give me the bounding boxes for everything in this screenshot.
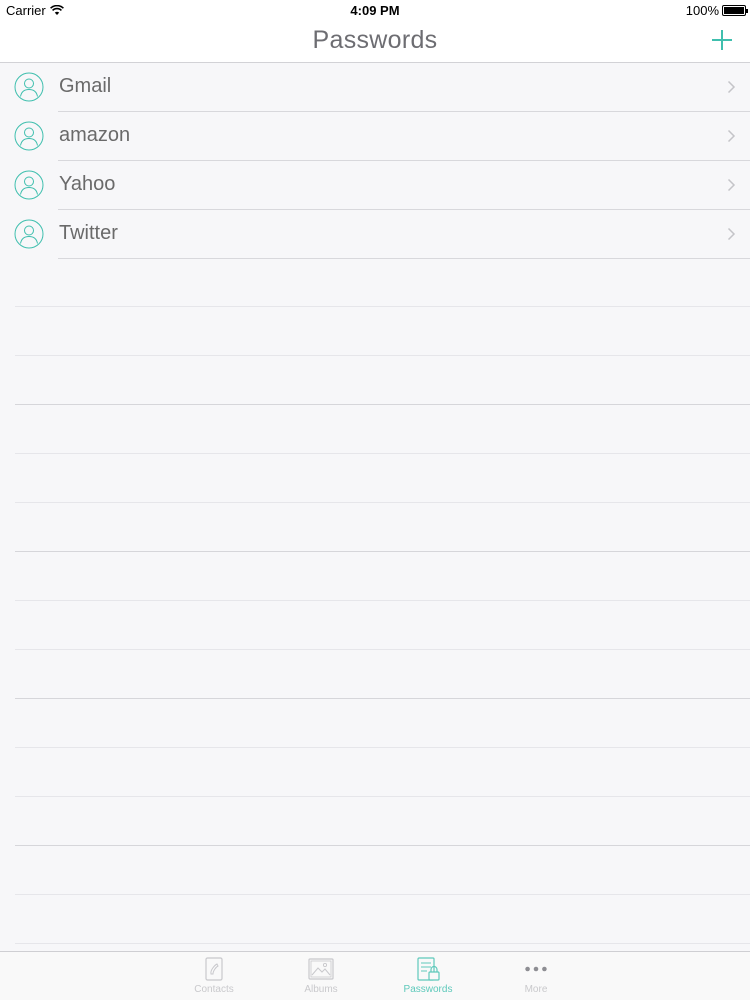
albums-icon	[308, 958, 334, 980]
contacts-icon	[205, 957, 223, 981]
person-icon	[14, 121, 44, 151]
passwords-icon	[417, 957, 440, 981]
battery-percent: 100%	[685, 3, 719, 18]
tab-albums[interactable]: Albums	[286, 956, 356, 1000]
person-icon	[14, 72, 44, 102]
tab-bar: Contacts Albums Passwords More	[0, 951, 750, 1000]
empty-row-separator	[15, 747, 750, 748]
empty-row-separator	[15, 355, 750, 356]
plus-icon	[712, 30, 732, 50]
clock: 4:09 PM	[350, 3, 400, 18]
empty-row-separator	[15, 306, 750, 307]
empty-row-separator	[15, 894, 750, 895]
chevron-right-icon	[727, 129, 736, 143]
status-bar: Carrier 4:09 PM 100%	[0, 0, 750, 20]
password-list: Gmail amazon Yahoo Twitter	[0, 63, 750, 259]
empty-row-separator	[15, 551, 750, 552]
battery-indicator: 100%	[685, 3, 748, 18]
chevron-right-icon	[727, 178, 736, 192]
page-title: Passwords	[312, 26, 438, 54]
empty-row-separator	[15, 943, 750, 944]
chevron-right-icon	[727, 227, 736, 241]
empty-row-separator	[15, 845, 750, 846]
tab-passwords-label: Passwords	[403, 984, 453, 995]
empty-row-separator	[15, 404, 750, 405]
empty-row-separator	[15, 649, 750, 650]
tab-contacts[interactable]: Contacts	[179, 956, 249, 1000]
person-icon	[14, 219, 44, 249]
tab-passwords[interactable]: Passwords	[393, 956, 463, 1000]
navigation-bar: Passwords	[0, 20, 750, 63]
tab-more-label: More	[524, 984, 548, 995]
list-item-label: Yahoo	[59, 173, 116, 195]
empty-row-separator	[15, 453, 750, 454]
empty-row-separator	[15, 502, 750, 503]
more-icon	[525, 966, 547, 972]
person-icon	[14, 170, 44, 200]
row-separator	[58, 258, 750, 259]
list-item[interactable]: Twitter	[0, 210, 750, 259]
tab-contacts-label: Contacts	[194, 984, 234, 995]
chevron-right-icon	[727, 80, 736, 94]
list-item-label: amazon	[59, 124, 131, 146]
list-item-label: Gmail	[59, 75, 112, 97]
empty-row-separator	[15, 796, 750, 797]
list-item[interactable]: Gmail	[0, 63, 750, 112]
empty-row-separator	[15, 600, 750, 601]
add-password-button[interactable]	[708, 26, 736, 54]
tab-more[interactable]: More	[501, 956, 571, 1000]
list-item-label: Twitter	[59, 222, 118, 244]
empty-row-separator	[15, 698, 750, 699]
list-item[interactable]: amazon	[0, 112, 750, 161]
list-item[interactable]: Yahoo	[0, 161, 750, 210]
battery-icon	[722, 5, 748, 16]
tab-albums-label: Albums	[304, 984, 338, 995]
